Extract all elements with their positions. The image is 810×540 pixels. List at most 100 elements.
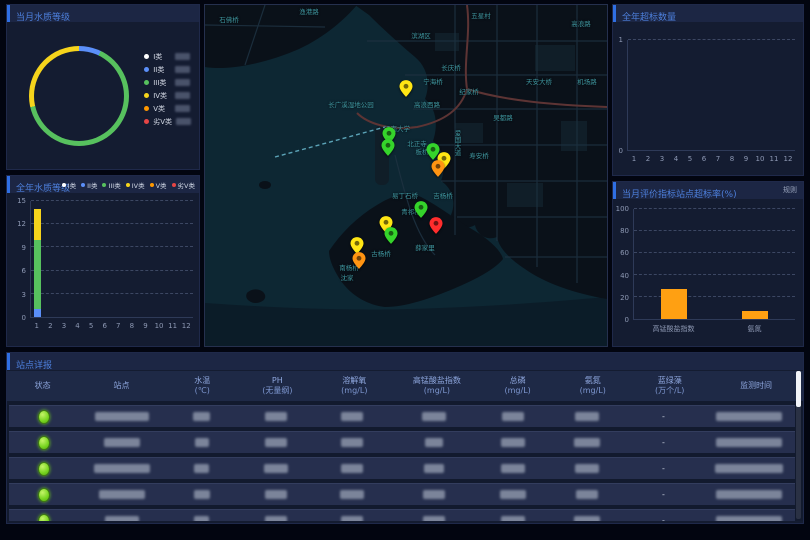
masked-value-cell bbox=[476, 438, 550, 447]
y-tick-label: 20 bbox=[620, 294, 629, 302]
gridline bbox=[628, 39, 795, 40]
map-place-label: 易丁石桥 bbox=[392, 190, 418, 200]
masked-value bbox=[99, 490, 145, 499]
panel-year-exceed: 全年超标数量 01 123456789101112 bbox=[612, 4, 804, 176]
gridline bbox=[634, 252, 795, 253]
map-place-label: 爱国大道 bbox=[452, 130, 462, 156]
masked-value-cell bbox=[313, 464, 391, 473]
legend-label: III类 bbox=[153, 78, 171, 88]
status-cell bbox=[9, 410, 79, 424]
map-station-pin[interactable] bbox=[385, 227, 398, 244]
y-tick-label: 0 bbox=[625, 316, 629, 324]
status-cell bbox=[9, 488, 79, 502]
x-tick-label: 8 bbox=[730, 155, 734, 163]
gridline bbox=[31, 246, 193, 247]
status-cell bbox=[9, 514, 79, 522]
map-station-pin[interactable] bbox=[400, 80, 413, 97]
map-place-label: 高浪西路 bbox=[414, 99, 440, 109]
table-row[interactable]: - bbox=[9, 405, 795, 427]
legend-item[interactable]: IV类 bbox=[144, 89, 191, 102]
table-scrollbar[interactable] bbox=[796, 371, 801, 519]
masked-value bbox=[575, 464, 599, 473]
legend-item[interactable]: II类 bbox=[81, 180, 97, 190]
legend-item[interactable]: IV类 bbox=[126, 180, 145, 190]
masked-value bbox=[501, 516, 525, 521]
x-tick-label: 10 bbox=[756, 155, 765, 163]
gridline bbox=[31, 200, 193, 201]
x-tick-label: 1 bbox=[35, 322, 39, 330]
masked-value bbox=[424, 464, 444, 473]
legend-item[interactable]: I类 bbox=[144, 50, 191, 63]
legend-item[interactable]: III类 bbox=[102, 180, 120, 190]
masked-value-cell bbox=[476, 516, 550, 521]
legend-item[interactable]: V类 bbox=[144, 102, 191, 115]
legend-label: V类 bbox=[156, 180, 167, 190]
legend-item[interactable]: I类 bbox=[62, 180, 76, 190]
y-tick-label: 15 bbox=[17, 197, 26, 205]
legend-label: V类 bbox=[153, 104, 171, 114]
map-place-label: 吉杨桥 bbox=[433, 190, 453, 200]
masked-value bbox=[105, 516, 139, 521]
legend-item[interactable]: III类 bbox=[144, 76, 191, 89]
status-dot-green bbox=[38, 410, 50, 424]
y-tick-label: 9 bbox=[22, 244, 26, 252]
status-dot-green bbox=[38, 462, 50, 476]
legend-item[interactable]: V类 bbox=[150, 180, 167, 190]
gridline bbox=[31, 270, 193, 271]
legend-value-masked bbox=[175, 92, 190, 99]
legend-dot bbox=[126, 183, 130, 187]
legend-value-masked bbox=[175, 53, 190, 60]
legend-label: IV类 bbox=[132, 180, 145, 190]
masked-value-cell bbox=[702, 490, 795, 499]
panel-title-station-table: 站点详报 bbox=[10, 358, 52, 375]
masked-value bbox=[94, 464, 150, 473]
city-map[interactable]: 石佛桥渔港路五星村滨湖区高浪路长庆桥宁海桥纪家桥天安大桥机场路高浪西路吴都路江南… bbox=[204, 4, 608, 347]
algae-cell: - bbox=[624, 412, 702, 421]
legend-item[interactable]: 劣V类 bbox=[144, 115, 191, 128]
masked-value-cell bbox=[391, 516, 476, 521]
table-body: - - - - - bbox=[7, 401, 803, 521]
table-row[interactable]: - bbox=[9, 457, 795, 479]
map-station-pin[interactable] bbox=[430, 217, 443, 234]
map-place-label: 宁海桥 bbox=[423, 76, 443, 86]
legend-item[interactable]: 劣V类 bbox=[172, 180, 195, 190]
masked-value bbox=[104, 438, 140, 447]
x-tick-label: 9 bbox=[143, 322, 147, 330]
map-station-pin[interactable] bbox=[432, 160, 445, 177]
masked-value bbox=[340, 490, 364, 499]
masked-value bbox=[194, 464, 209, 473]
table-row[interactable]: - bbox=[9, 509, 795, 521]
map-station-pin[interactable] bbox=[415, 201, 428, 218]
table-row[interactable]: - bbox=[9, 431, 795, 453]
masked-value bbox=[716, 438, 782, 447]
map-station-pin[interactable] bbox=[353, 252, 366, 269]
table-column-header: 溶解氧(mg/L) bbox=[315, 376, 394, 396]
map-place-label: 滨湖区 bbox=[411, 30, 431, 40]
legend-value-masked bbox=[175, 105, 190, 112]
gridline bbox=[31, 223, 193, 224]
masked-value bbox=[716, 516, 782, 521]
y-tick-label: 0 bbox=[22, 314, 26, 322]
x-tick-label: 氨氮 bbox=[748, 324, 762, 334]
table-row[interactable]: - bbox=[9, 483, 795, 505]
masked-value-cell bbox=[165, 490, 239, 499]
table-header-row: 状态站点水温(℃)PH(无量纲)溶解氧(mg/L)高锰酸盐指数(mg/L)总磷(… bbox=[7, 371, 803, 401]
map-place-label: 长广溪湿地公园 bbox=[328, 99, 374, 109]
masked-value bbox=[341, 438, 363, 447]
legend-item[interactable]: II类 bbox=[144, 63, 191, 76]
table-column-header: 蓝绿藻(万个/L) bbox=[630, 376, 709, 396]
x-tick-label: 11 bbox=[770, 155, 779, 163]
panel-header: 全年超标数量 bbox=[613, 5, 803, 22]
masked-value-cell bbox=[476, 464, 550, 473]
masked-value-cell bbox=[79, 490, 164, 499]
rules-link[interactable]: 规则 bbox=[783, 182, 797, 199]
masked-value-cell bbox=[79, 438, 164, 447]
year-grade-chart: 03691215 123456789101112 bbox=[7, 193, 199, 346]
bar bbox=[34, 209, 41, 240]
table-scrollbar-thumb[interactable] bbox=[796, 371, 801, 407]
map-place-label: 机场路 bbox=[577, 76, 597, 86]
x-tick-label: 7 bbox=[116, 322, 120, 330]
masked-value bbox=[193, 412, 210, 421]
map-station-pin[interactable] bbox=[382, 139, 395, 156]
gridline bbox=[634, 296, 795, 297]
